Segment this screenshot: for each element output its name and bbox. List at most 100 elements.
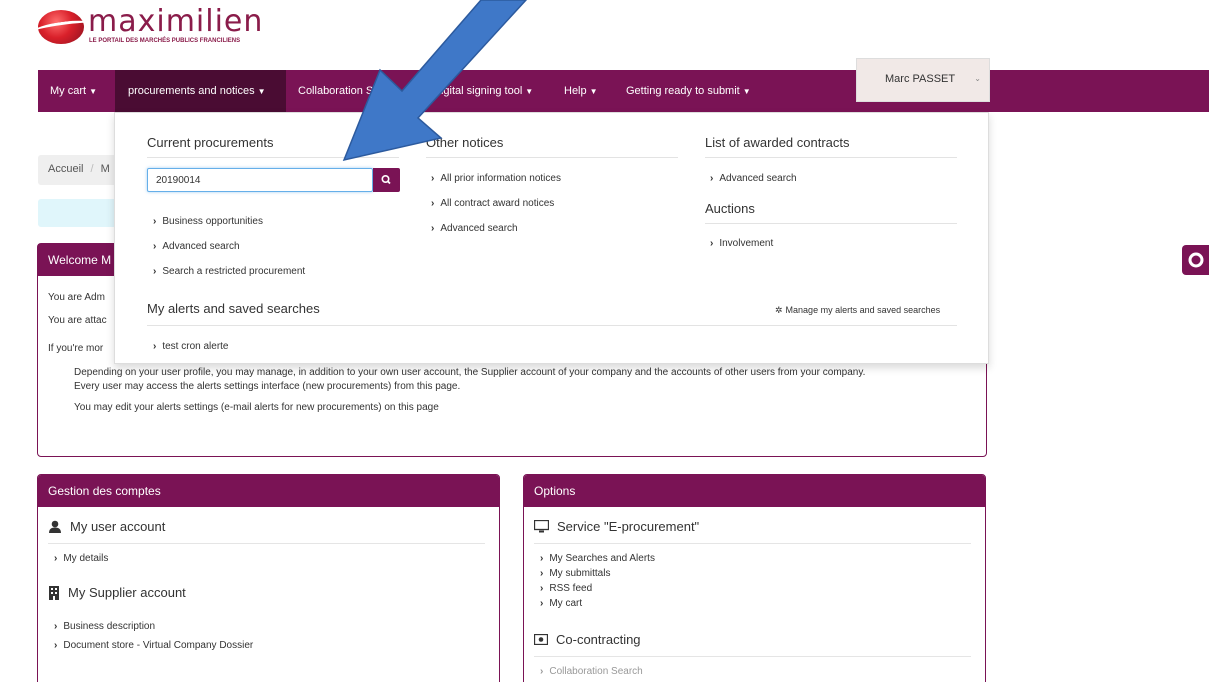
- chevron-right-icon: ›: [54, 553, 58, 564]
- link-label: All prior information notices: [440, 173, 561, 184]
- link-contract-award-notices[interactable]: › All contract award notices: [431, 198, 554, 209]
- link-submittals[interactable]: › My submittals: [540, 568, 610, 579]
- link-label: Search a restricted procurement: [162, 266, 306, 277]
- divider: [147, 325, 957, 326]
- link-my-cart[interactable]: › My cart: [540, 598, 582, 609]
- manage-alerts-label: Manage my alerts and saved searches: [785, 305, 941, 315]
- logo-name: maximilien: [88, 4, 264, 39]
- chevron-down-icon: ▼: [403, 87, 412, 96]
- welcome-line-2: You are attac: [48, 315, 107, 326]
- user-icon: [49, 520, 61, 533]
- link-advanced-search-awarded[interactable]: › Advanced search: [710, 173, 797, 184]
- chevron-right-icon: ›: [540, 553, 544, 564]
- divider: [705, 223, 957, 224]
- nav-item-label: My cart: [50, 85, 87, 97]
- awarded-contracts-title: List of awarded contracts: [705, 135, 850, 150]
- link-my-details[interactable]: › My details: [54, 553, 108, 564]
- link-advanced-search-other[interactable]: › Advanced search: [431, 223, 518, 234]
- link-label: Document store - Virtual Company Dossier: [63, 640, 254, 651]
- link-prior-information-notices[interactable]: › All prior information notices: [431, 173, 561, 184]
- chevron-down-icon: ▼: [89, 87, 97, 96]
- supplier-account-title: My Supplier account: [68, 585, 186, 600]
- welcome-line-3: If you're mor: [48, 343, 104, 354]
- chevron-right-icon: ›: [540, 568, 544, 579]
- nav-item-label: Digital signing tool: [433, 85, 523, 97]
- procurements-dropdown: Current procurements › Business opportuni…: [114, 112, 989, 364]
- link-label: Collaboration Search: [549, 666, 643, 677]
- link-restricted-procurement[interactable]: › Search a restricted procurement: [153, 266, 305, 277]
- alerts-title: My alerts and saved searches: [147, 301, 320, 316]
- link-business-description[interactable]: › Business description: [54, 621, 155, 632]
- user-account-heading: My user account: [48, 519, 165, 534]
- chevron-right-icon: ›: [540, 583, 544, 594]
- lifebuoy-icon: [1188, 252, 1204, 268]
- link-label: Advanced search: [719, 173, 797, 184]
- chevron-right-icon: ›: [153, 216, 157, 227]
- nav-my-cart[interactable]: My cart ▼: [38, 70, 115, 112]
- nav-collaboration[interactable]: Collaboration Search ▼: [298, 70, 435, 112]
- user-name: Marc PASSET: [885, 73, 956, 85]
- nav-signing-tool[interactable]: Digital signing tool ▼: [433, 70, 555, 112]
- welcome-role-text: You are Adm: [48, 292, 105, 303]
- link-label: RSS feed: [549, 583, 593, 594]
- breadcrumb-home[interactable]: Accueil: [48, 163, 83, 175]
- link-business-opportunities[interactable]: › Business opportunities: [153, 216, 263, 227]
- divider: [705, 157, 957, 158]
- chevron-down-icon: ▼: [257, 87, 266, 96]
- search-button[interactable]: [373, 168, 400, 192]
- divider: [147, 157, 399, 158]
- cocontracting-heading: Co-contracting: [534, 632, 641, 647]
- chevron-right-icon: ›: [431, 223, 435, 234]
- link-rss-feed[interactable]: › RSS feed: [540, 583, 592, 594]
- chevron-right-icon: ›: [54, 640, 58, 651]
- nav-item-label: Help: [564, 85, 587, 97]
- link-label: Involvement: [719, 238, 774, 249]
- chevron-down-icon: ▼: [742, 87, 751, 96]
- link-document-store[interactable]: › Document store - Virtual Company Dossie…: [54, 640, 253, 651]
- main-navbar: My cart ▼ procurements and notices ▼ Colla…: [38, 58, 1209, 112]
- chevron-right-icon: ›: [153, 266, 157, 277]
- chevron-right-icon: ›: [153, 241, 157, 252]
- manage-alerts-link[interactable]: ✲ Manage my alerts and saved searches: [775, 305, 940, 316]
- link-label: Advanced search: [440, 223, 518, 234]
- nav-help[interactable]: Help ▼: [563, 70, 613, 112]
- link-label: Business description: [63, 621, 156, 632]
- link-label: Business opportunities: [162, 216, 263, 227]
- breadcrumb-current: M: [100, 163, 110, 175]
- nav-item-label: Getting ready to submit: [626, 85, 740, 97]
- user-menu[interactable]: Marc PASSET ⌄: [856, 58, 990, 102]
- user-account-title: My user account: [70, 519, 166, 534]
- chevron-right-icon: ›: [54, 621, 58, 632]
- welcome-description: Depending on your user profile, you may …: [74, 366, 974, 415]
- accounts-panel: Gestion des comptes My user account › My …: [37, 474, 500, 682]
- divider: [48, 543, 485, 544]
- current-procurements-title: Current procurements: [147, 135, 274, 150]
- chevron-right-icon: ›: [540, 666, 544, 677]
- floating-help-button[interactable]: [1182, 245, 1209, 275]
- nav-procurements[interactable]: procurements and notices ▼: [115, 70, 286, 112]
- divider: [534, 656, 971, 657]
- procurement-search-input[interactable]: [147, 168, 373, 192]
- link-involvement[interactable]: › Involvement: [710, 238, 773, 249]
- options-panel-title: Options: [524, 475, 985, 507]
- link-label: My cart: [549, 598, 583, 609]
- accounts-panel-title: Gestion des comptes: [38, 475, 499, 507]
- link-label: My submittals: [549, 568, 611, 579]
- options-panel: Options Service "E-procurement" › My Sear…: [523, 474, 986, 682]
- divider: [426, 157, 678, 158]
- nav-ready-to-submit[interactable]: Getting ready to submit ▼: [626, 70, 796, 112]
- auctions-title: Auctions: [705, 201, 755, 216]
- monitor-icon: [534, 520, 549, 533]
- eproc-title: Service "E-procurement": [557, 519, 700, 534]
- chevron-right-icon: ›: [540, 598, 544, 609]
- nav-item-label: procurements and notices: [128, 85, 255, 97]
- divider: [534, 543, 971, 544]
- link-label: test cron alerte: [162, 341, 229, 352]
- chevron-right-icon: ›: [710, 238, 714, 249]
- link-advanced-search-current[interactable]: › Advanced search: [153, 241, 240, 252]
- chevron-right-icon: ›: [431, 173, 435, 184]
- link-searches-alerts[interactable]: › My Searches and Alerts: [540, 553, 655, 564]
- link-test-cron-alerte[interactable]: › test cron alerte: [153, 341, 229, 352]
- gear-icon: ✲: [775, 305, 783, 315]
- link-collaboration-search[interactable]: › Collaboration Search: [540, 666, 643, 677]
